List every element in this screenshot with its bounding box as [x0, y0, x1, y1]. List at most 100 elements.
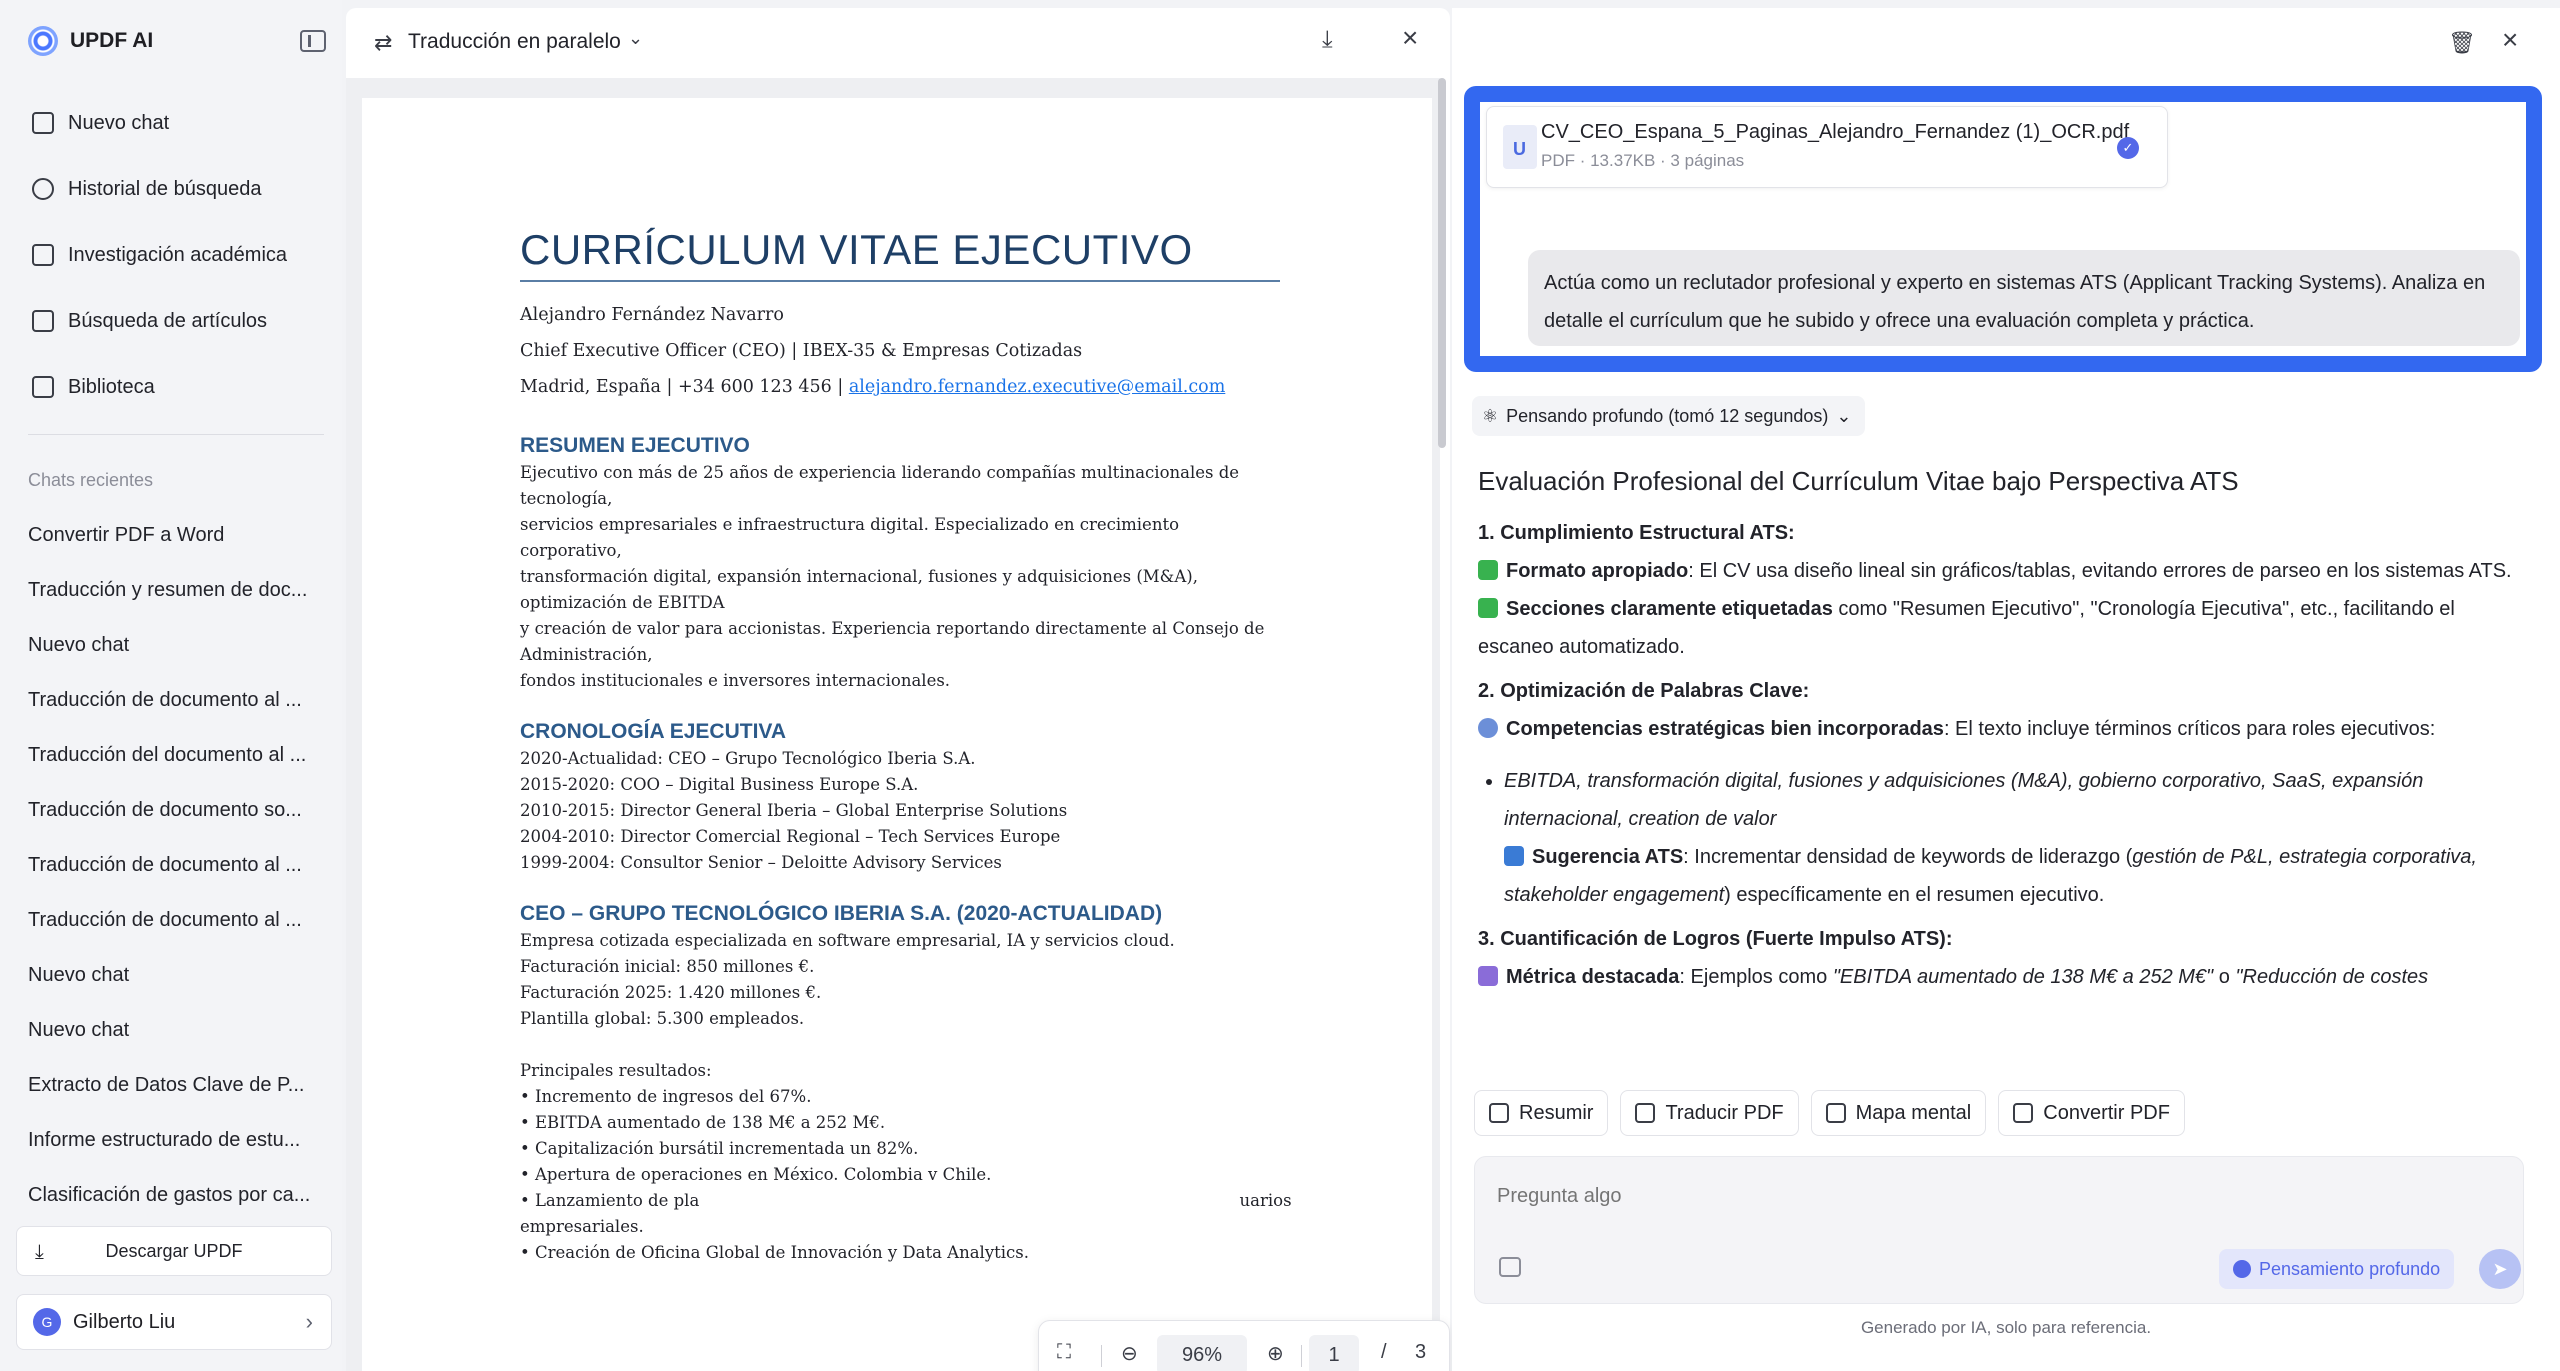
recent-chat-item[interactable]: Nuevo chat — [28, 1003, 324, 1058]
sidebar-collapse-icon[interactable] — [300, 30, 326, 52]
sidebar-nav: Nuevo chat Historial de búsqueda Investi… — [18, 90, 328, 420]
chevron-down-icon[interactable]: ⌄ — [628, 28, 643, 49]
download-label: Descargar UPDF — [105, 1240, 243, 1261]
zoom-in-icon[interactable]: ⊕ — [1267, 1341, 1284, 1366]
quick-actions: Resumir Traducir PDF Mapa mental Convert… — [1474, 1090, 2185, 1136]
app-name: UPDF AI — [70, 29, 154, 52]
nav-academic-research[interactable]: Investigación académica — [18, 222, 328, 288]
translation-mode-select[interactable]: Traducción en paralelo — [408, 30, 621, 54]
cv-line: Ejecutivo con más de 25 años de experien… — [520, 463, 1240, 482]
recent-chat-item[interactable]: Traducción del documento al ... — [28, 728, 324, 783]
cv-line: • Creación de Oficina Global de Innovaci… — [520, 1243, 1030, 1262]
recent-chat-item[interactable]: Extracto de Datos Clave de P... — [28, 1058, 324, 1113]
download-icon: ⤓ — [35, 1241, 44, 1263]
cv-line: • EBITDA aumentado de 138 M€ a 252 M€. — [520, 1113, 886, 1132]
trash-icon[interactable]: 🗑 — [2448, 30, 2476, 56]
answer-paragraph: Sugerencia ATS: Incrementar densidad de … — [1478, 838, 2514, 914]
recent-chat-item[interactable]: Clasificación de gastos por ca... — [28, 1168, 324, 1223]
thinking-toggle[interactable]: ⚛ Pensando profundo (tomó 12 segundos) ⌄ — [1472, 396, 1866, 436]
cv-line: Empresa cotizada especializada en softwa… — [520, 931, 1175, 950]
zoom-level[interactable]: 96% — [1157, 1335, 1247, 1371]
answer-section-heading: 3. Cuantificación de Logros (Fuerte Impu… — [1478, 928, 1953, 950]
section-heading: CEO – GRUPO TECNOLÓGICO IBERIA S.A. (202… — [520, 902, 1163, 925]
library-icon — [32, 376, 54, 398]
answer-bold: Sugerencia ATS — [1532, 846, 1684, 868]
answer-italic: "Reducción de costes — [2235, 966, 2429, 988]
cv-line: • Incremento de ingresos del 67%. — [520, 1087, 812, 1106]
cv-role: Chief Executive Officer (CEO) | IBEX-35 … — [520, 341, 1083, 361]
close-icon[interactable]: × — [1402, 22, 1418, 54]
thinking-label: Pensando profundo (tomó 12 segundos) — [1506, 405, 1829, 426]
cv-line: • Apertura de operaciones en México. Col… — [520, 1165, 992, 1184]
recent-chat-item[interactable]: Traducción de documento al ... — [28, 838, 324, 893]
recent-chat-item[interactable]: Nuevo chat — [28, 618, 324, 673]
convert-pdf-button[interactable]: Convertir PDF — [1998, 1090, 2185, 1136]
file-name: CV_CEO_Espana_5_Paginas_Alejandro_Fernan… — [1541, 121, 2130, 143]
cv-line: y creación de valor para accionistas. Ex… — [520, 619, 1265, 638]
cv-line: tecnología, — [520, 489, 613, 508]
chevron-right-icon: › — [305, 1309, 313, 1334]
nav-new-chat[interactable]: Nuevo chat — [18, 90, 328, 156]
recent-chats-list: Convertir PDF a Word Traducción y resume… — [28, 508, 324, 1223]
deep-thinking-toggle[interactable]: Pensamiento profundo — [2219, 1249, 2455, 1289]
mind-map-icon — [1825, 1103, 1846, 1123]
recent-chats-title: Chats recientes — [28, 470, 154, 490]
chat-input[interactable] — [1497, 1185, 2297, 1208]
cv-line: 2004-2010: Director Comercial Regional –… — [520, 827, 1061, 846]
download-updf-button[interactable]: ⤓ Descargar UPDF — [16, 1226, 332, 1276]
pdf-page: CURRÍCULUM VITAE EJECUTIVO Alejandro Fer… — [362, 98, 1432, 1371]
document-viewer[interactable]: CURRÍCULUM VITAE EJECUTIVO Alejandro Fer… — [346, 78, 1450, 1371]
mind-map-button[interactable]: Mapa mental — [1810, 1090, 1987, 1136]
nav-search-history[interactable]: Historial de búsqueda — [18, 156, 328, 222]
recent-chat-item[interactable]: Convertir PDF a Word — [28, 508, 324, 563]
cv-line: • Lanzamiento de pla uarios — [520, 1191, 1292, 1210]
magnifier-icon — [1478, 718, 1498, 738]
user-account-button[interactable]: G Gilberto Liu › — [16, 1294, 332, 1350]
close-icon[interactable]: × — [2502, 24, 2518, 56]
cv-line: 1999-2004: Consultor Senior – Deloitte A… — [520, 853, 1002, 872]
cv-name: Alejandro Fernández Navarro — [520, 305, 784, 325]
cv-email-link[interactable]: alejandro.fernandez.executive@email.com — [849, 377, 1226, 397]
attached-file-card[interactable]: CV_CEO_Espana_5_Paginas_Alejandro_Fernan… — [1486, 106, 2168, 188]
zoom-out-icon[interactable]: ⊖ — [1121, 1341, 1138, 1366]
crop-icon[interactable]: ⛶ — [1057, 1341, 1071, 1364]
translate-icon: ⇄ — [374, 30, 393, 55]
send-button[interactable]: ➤ — [2479, 1249, 2521, 1289]
recent-chat-item[interactable]: Traducción de documento al ... — [28, 893, 324, 948]
nav-article-search[interactable]: Búsqueda de artículos — [18, 288, 328, 354]
nav-label: Biblioteca — [68, 375, 155, 398]
recent-chat-item[interactable]: Traducción y resumen de doc... — [28, 563, 324, 618]
answer-section-heading: 1. Cumplimiento Estructural ATS: — [1478, 522, 1795, 544]
sidebar: UPDF AI Nuevo chat Historial de búsqueda… — [0, 0, 342, 1371]
chat-input-box: Pensamiento profundo ➤ — [1474, 1156, 2524, 1304]
translate-icon — [1635, 1103, 1656, 1123]
answer-text: ) específicamente en el resumen ejecutiv… — [1724, 884, 2105, 906]
cv-line: empresariales. — [520, 1217, 644, 1236]
document-scrollbar[interactable] — [1438, 78, 1446, 448]
recent-chat-item[interactable]: Traducción de documento so... — [28, 783, 324, 838]
user-name: Gilberto Liu — [73, 1310, 176, 1333]
action-label: Mapa mental — [1855, 1101, 1972, 1124]
page-number-input[interactable]: 1 — [1309, 1335, 1359, 1371]
ai-disclaimer: Generado por IA, solo para referencia. — [1860, 1318, 2152, 1337]
recent-chat-item[interactable]: Traducción de documento al ... — [28, 673, 324, 728]
answer-text: : Incrementar densidad de keywords de li… — [1683, 846, 2133, 868]
cv-line: optimización de EBITDA — [520, 593, 725, 612]
summarize-button[interactable]: Resumir — [1474, 1090, 1609, 1136]
cv-line: Principales resultados: — [520, 1061, 712, 1080]
toolbar-divider — [1101, 1345, 1102, 1367]
telescope-icon — [32, 244, 54, 266]
avatar: G — [33, 1308, 61, 1336]
cv-line: Facturación inicial: 850 millones €. — [520, 957, 815, 976]
recent-chat-item[interactable]: Nuevo chat — [28, 948, 324, 1003]
image-upload-icon[interactable] — [1499, 1257, 1521, 1277]
download-icon[interactable]: ⤓ — [1322, 26, 1333, 54]
translate-pdf-button[interactable]: Traducir PDF — [1620, 1090, 1799, 1136]
sidebar-divider — [28, 434, 324, 435]
summarize-icon — [1489, 1103, 1509, 1123]
answer-section-heading: 2. Optimización de Palabras Clave: — [1478, 680, 1810, 702]
cv-contact: Madrid, España | +34 600 123 456 | aleja… — [520, 374, 1280, 400]
recent-chat-item[interactable]: Informe estructurado de estu... — [28, 1113, 324, 1168]
user-message: Actúa como un reclutador profesional y e… — [1528, 250, 2520, 346]
nav-library[interactable]: Biblioteca — [18, 354, 328, 420]
